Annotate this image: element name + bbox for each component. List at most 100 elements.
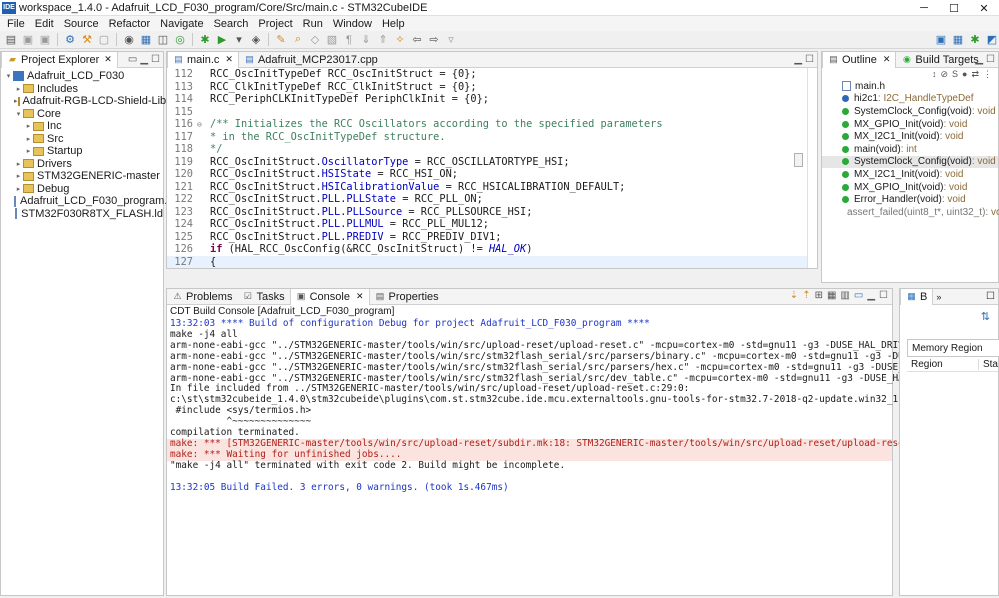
code-line[interactable]: 116 ⊖/** Initializes the RCC Oscillators … [167,118,817,131]
toggle-mark-icon[interactable]: ◇ [308,33,322,47]
last-edit-icon[interactable]: ✧ [393,33,407,47]
collapsed-arrow-icon[interactable]: ▸ [24,135,33,143]
tab-console[interactable]: ▣ Console ✕ [289,288,370,305]
maximize-icon[interactable]: ☐ [986,291,995,302]
vertical-scrollbar-thumb[interactable] [794,153,803,167]
menu-source[interactable]: Source [60,18,105,30]
new-icon[interactable]: ▤ [4,33,18,47]
collapsed-arrow-icon[interactable]: ▸ [24,147,33,155]
column-region[interactable]: Region [907,358,979,370]
tree-item[interactable]: ▸ Startup [1,145,163,158]
view-menu-icon[interactable]: ⋮ [983,69,992,80]
tab-tasks[interactable]: ☑ Tasks [237,289,289,305]
maximize-icon[interactable]: ☐ [939,0,969,16]
back-icon[interactable]: ⇦ [410,33,424,47]
tree-item[interactable]: ▸ Src [1,133,163,146]
minimize-icon[interactable]: ▁ [975,54,983,65]
tree-item[interactable]: ▸ Drivers [1,158,163,171]
build-hammer-icon[interactable]: ⚒ [80,33,94,47]
maximize-icon[interactable]: ☐ [805,54,814,65]
device-perspective-icon[interactable]: ◩ [985,33,999,47]
link-icon[interactable]: ⇄ [971,69,979,80]
tab-project-explorer[interactable]: ▰ Project Explorer ✕ [1,51,118,68]
expanded-arrow-icon[interactable]: ▾ [14,110,23,118]
close-icon[interactable]: ✕ [883,54,891,65]
close-icon[interactable]: ✕ [969,0,999,16]
code-line[interactable]: 122 RCC_OscInitStruct.PLL.PLLState = RCC_… [167,193,817,206]
external-tools-icon[interactable]: ◈ [249,33,263,47]
menu-navigate[interactable]: Navigate [156,18,209,30]
run-icon[interactable]: ▶ [215,33,229,47]
outline-item[interactable]: Error_Handler(void) : void [822,193,998,206]
minimize-icon[interactable]: ─ [909,0,939,16]
show-when-output-icon[interactable]: ⇡ [802,290,810,301]
hide-fields-icon[interactable]: ⊘ [940,69,948,80]
maximize-icon[interactable]: ☐ [986,54,995,65]
device-config-icon[interactable]: ▦ [139,33,153,47]
code-line[interactable]: 121 RCC_OscInitStruct.HSICalibrationValue… [167,181,817,194]
tree-item[interactable]: ▸ Adafruit-RGB-LCD-Shield-Library [1,95,185,108]
tree-item[interactable]: ▸ STM32GENERIC-master [1,170,163,183]
menu-file[interactable]: File [3,18,31,30]
toggle-block-icon[interactable]: ▧ [325,33,339,47]
outline-item[interactable]: main.h [822,80,998,93]
scroll-lock-icon[interactable]: ⇣ [790,290,798,301]
pin-icon[interactable]: ▿ [444,33,458,47]
outline-item[interactable]: SystemClock_Config(void) : void [822,155,998,169]
search-icon[interactable]: ⌕ [291,33,305,47]
tab-main-c[interactable]: ▤ main.c ✕ [167,51,239,68]
open-console-icon[interactable]: ▭ [854,290,863,301]
view-menu-icon[interactable]: ▭ [128,54,137,65]
new-source-icon[interactable]: ◎ [173,33,187,47]
open-type-icon[interactable]: ✎ [274,33,288,47]
maximize-icon[interactable]: ☐ [879,290,888,301]
display-console-icon[interactable]: ▥ [840,290,849,301]
menu-search[interactable]: Search [210,18,255,30]
code-line[interactable]: 112 RCC_OscInitTypeDef RCC_OscInitStruct … [167,68,817,81]
outline-item[interactable]: MX_GPIO_Init(void) : void [822,118,998,131]
menu-run[interactable]: Run [299,18,329,30]
code-line[interactable]: 123 RCC_OscInitStruct.PLL.PLLSource = RCC… [167,206,817,219]
menu-help[interactable]: Help [378,18,411,30]
collapsed-arrow-icon[interactable]: ▸ [14,85,23,93]
collapsed-arrow-icon[interactable]: ▸ [14,185,23,193]
save-icon[interactable]: ▣ [21,33,35,47]
tab-build-targets[interactable]: ◉ Build Targets [896,52,983,68]
tree-item[interactable]: ▸ Includes [1,83,163,96]
collapsed-arrow-icon[interactable]: ▸ [14,172,23,180]
tab-properties[interactable]: ▤ Properties [370,289,444,305]
maximize-icon[interactable]: ☐ [151,54,160,65]
code-line[interactable]: 127 { [167,255,817,268]
minimize-icon[interactable]: ▁ [794,54,802,65]
code-area[interactable]: 112 RCC_OscInitTypeDef RCC_OscInitStruct … [167,68,817,268]
debug-perspective-icon[interactable]: ✱ [968,33,982,47]
minimize-icon[interactable]: ▁ [867,290,875,301]
menu-refactor[interactable]: Refactor [105,18,157,30]
tab-problems[interactable]: ⚠ Problems [167,289,237,305]
tree-item[interactable]: ▸ Debug [1,183,163,196]
close-icon[interactable]: ✕ [225,54,233,65]
outline-item[interactable]: assert_failed(uint8_t*, uint32_t) : void [822,206,999,219]
console-output[interactable]: 13:32:03 **** Build of configuration Deb… [167,318,999,493]
expanded-arrow-icon[interactable]: ▾ [4,72,13,80]
menu-edit[interactable]: Edit [31,18,60,30]
code-line[interactable]: 119 RCC_OscInitStruct.OscillatorType = RC… [167,156,817,169]
menu-project[interactable]: Project [254,18,298,30]
tab-memory-regions[interactable]: Memory Region [907,339,999,356]
outline-item[interactable]: MX_I2C1_Init(void) : void [822,168,998,181]
new-c-project-icon[interactable]: ◫ [156,33,170,47]
tab-outline[interactable]: ▤ Outline ✕ [822,51,897,68]
code-line[interactable]: 125 RCC_OscInitStruct.PLL.PREDIV = RCC_PR… [167,231,817,244]
pin-console-icon[interactable]: ⊞ [815,290,823,301]
outline-item[interactable]: MX_I2C1_Init(void) : void [822,130,998,143]
debug-config-icon[interactable]: ◉ [122,33,136,47]
outline-item[interactable]: main(void) : int [822,143,998,156]
close-icon[interactable]: ✕ [104,54,112,65]
save-all-icon[interactable]: ▣ [38,33,52,47]
overflow-tabs-icon[interactable]: » [936,292,941,302]
prev-annotation-icon[interactable]: ⇑ [376,33,390,47]
code-line[interactable]: 126 if (HAL_RCC_OscConfig(&RCC_OscInitStr… [167,243,817,256]
tree-item[interactable]: ▾ Adafruit_LCD_F030 [1,70,163,83]
code-line[interactable]: 117 * in the RCC_OscInitTypeDef structure… [167,131,817,144]
tree-item[interactable]: ▸ Inc [1,120,163,133]
